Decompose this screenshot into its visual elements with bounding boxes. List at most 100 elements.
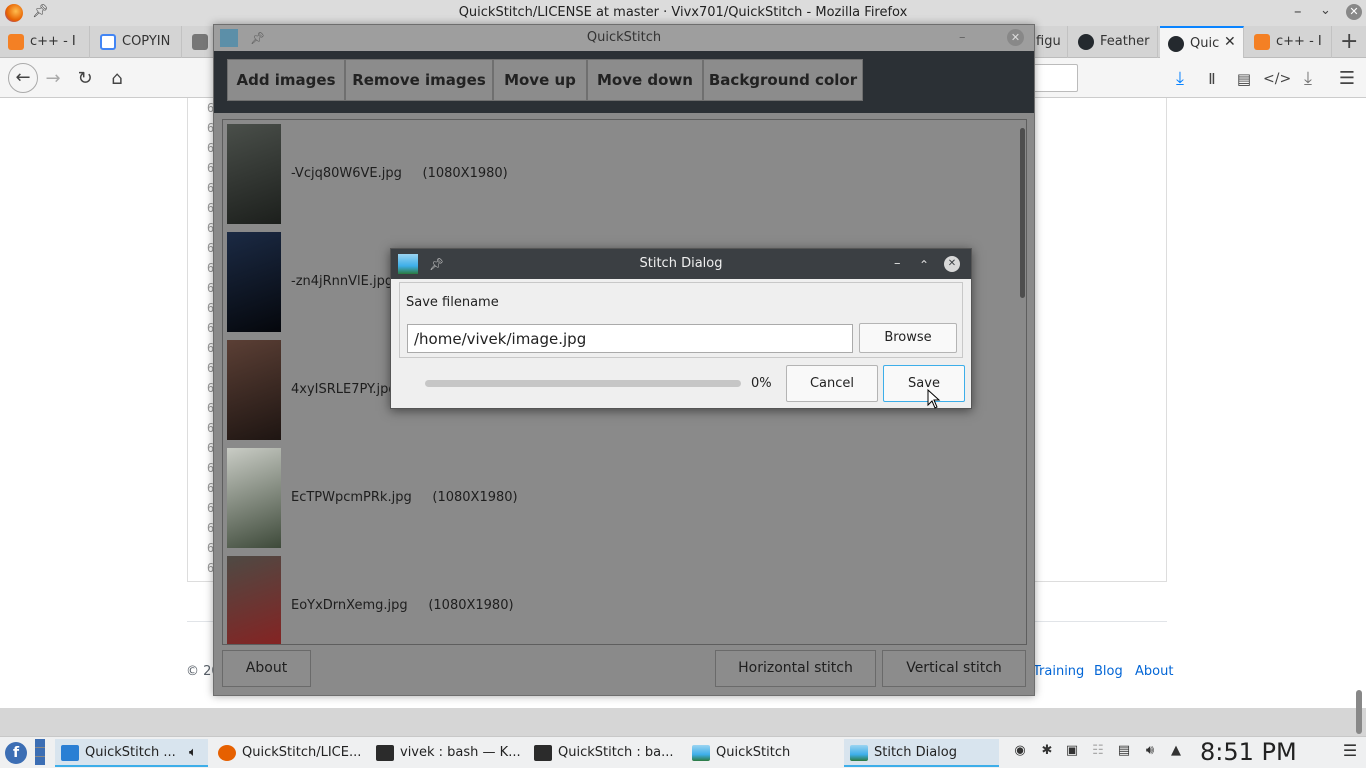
library-icon[interactable]: Ⅱ [1199,66,1225,92]
task-firefox[interactable]: QuickStitch/LICE... [212,739,367,767]
quickstitch-title: QuickStitch [586,30,662,45]
tray-expand-icon[interactable]: ▲ [1168,743,1184,759]
stitch-dialog: 📌︎ Stitch Dialog – ⌃ ✕ Save filename /ho… [390,248,972,409]
google-icon [100,34,116,50]
devtools-icon[interactable]: </> [1263,66,1291,92]
quickstitch-titlebar: 📌︎ QuickStitch – ✕ [214,25,1034,51]
tab-quickstitch-github[interactable]: Quic ✕ [1160,26,1244,58]
image-filename: EoYxDrnXemg.jpg (1080X1980) [291,598,514,613]
pin-icon[interactable]: 📌︎ [429,249,444,279]
stackoverflow-icon [1254,34,1270,50]
maximize-icon[interactable]: ⌄ [1320,3,1331,18]
move-down-button[interactable]: Move down [587,59,703,101]
downloads-arrow-icon[interactable]: ⤓ [1295,66,1321,92]
firefox-titlebar: 📌︎ QuickStitch/LICENSE at master · Vivx7… [0,0,1366,26]
new-tab-icon[interactable]: + [1340,29,1358,54]
panel-menu-icon[interactable]: ☰ [1342,743,1358,759]
updates-tray-icon[interactable]: ◉ [1012,743,1028,759]
task-label: QuickStitch ... [85,745,176,760]
horizontal-stitch-button[interactable]: Horizontal stitch [715,650,876,687]
image-app-icon [692,745,710,761]
pager-icon[interactable] [35,739,45,765]
cancel-button[interactable]: Cancel [786,365,878,402]
network-tray-icon[interactable]: ☷ [1090,743,1106,759]
filename-input[interactable]: /home/vivek/image.jpg [407,324,853,353]
minimize-icon[interactable]: – [894,249,901,279]
tab-stackoverflow-1[interactable]: c++ - I [0,26,90,58]
image-thumbnail [227,448,281,548]
about-button[interactable]: About [222,650,311,687]
footer-link-training[interactable]: Training [1033,664,1084,679]
terminal-icon [534,745,552,761]
browse-button[interactable]: Browse [859,323,957,353]
footer-link-blog[interactable]: Blog [1094,664,1123,679]
task-stitch-dialog[interactable]: Stitch Dialog [844,739,999,767]
move-up-button[interactable]: Move up [493,59,587,101]
image-app-icon [850,745,868,761]
task-konsole-vivek[interactable]: vivek : bash — K... [370,739,525,767]
sidebar-icon[interactable]: ▤ [1231,66,1257,92]
volume-tray-icon[interactable]: 🔊︎ [1142,743,1158,759]
tab-close-icon[interactable]: ✕ [1224,34,1236,50]
tab-label: c++ - I [30,34,76,49]
url-bar[interactable] [1030,64,1078,92]
home-icon[interactable]: ⌂ [104,66,130,92]
tab-feather-github[interactable]: Feather [1070,26,1158,58]
gnu-icon [192,34,208,50]
mouse-cursor-icon [927,389,941,409]
add-images-button[interactable]: Add images [227,59,345,101]
tab-label: Quic [1190,36,1220,51]
image-list-scrollbar[interactable] [1020,128,1025,298]
image-list-item[interactable]: EcTPWpcmPRk.jpg (1080X1980) [227,448,1007,548]
taskbar-clock[interactable]: 8:51 PM [1200,738,1297,766]
background-color-button[interactable]: Background color [703,59,863,101]
kde-connect-tray-icon[interactable]: ▣ [1064,743,1080,759]
task-label: Stitch Dialog [874,745,957,760]
task-label: vivek : bash — K... [400,745,521,760]
vertical-stitch-button[interactable]: Vertical stitch [882,650,1026,687]
image-list-item[interactable]: EoYxDrnXemg.jpg (1080X1980) [227,556,1007,644]
save-button[interactable]: Save [883,365,965,402]
github-icon [1168,36,1184,52]
tab-stackoverflow-2[interactable]: c++ - I [1246,26,1332,58]
task-label: QuickStitch [716,745,791,760]
app-icon [220,29,238,47]
progress-percent: 0% [751,376,772,391]
image-filename: -zn4jRnnVlE.jpg [291,274,394,289]
minimize-icon[interactable]: – [1294,2,1302,20]
window-title: QuickStitch/LICENSE at master · Vivx701/… [458,5,908,20]
close-icon[interactable]: ✕ [1346,4,1362,20]
tab-google[interactable]: COPYIN [92,26,182,58]
task-quickstitch[interactable]: QuickStitch [686,739,841,767]
tab-label: COPYIN [122,34,171,49]
maximize-icon[interactable]: ⌃ [919,250,929,280]
bluetooth-tray-icon[interactable]: ✱ [1039,743,1055,759]
menu-icon[interactable]: ☰ [1334,66,1360,92]
image-filename: 4xyISRLE7PY.jpg [291,382,397,397]
pin-icon[interactable]: 📌︎ [250,25,265,51]
close-icon[interactable]: ✕ [1007,29,1024,46]
minimize-icon[interactable]: – [959,25,966,51]
clipboard-tray-icon[interactable]: ▤ [1116,743,1132,759]
page-scrollbar[interactable] [1356,690,1362,734]
task-konsole-quickstitch[interactable]: QuickStitch : ba... [528,739,683,767]
save-filename-label: Save filename [406,295,499,310]
tab-gnu[interactable]: H [184,26,216,58]
reload-icon[interactable]: ↻ [72,66,98,92]
task-label: QuickStitch : ba... [558,745,674,760]
taskbar: f QuickStitch ... 🔈︎ QuickStitch/LICE...… [0,736,1366,768]
back-icon[interactable]: ← [8,63,38,93]
remove-images-button[interactable]: Remove images [345,59,493,101]
quickstitch-toolbar: Add images Remove images Move up Move do… [214,51,1034,113]
task-quickstitch-folder[interactable]: QuickStitch ... 🔈︎ [55,739,208,767]
tab-label: c++ - I [1276,34,1322,49]
tab-figure[interactable]: figu [1036,26,1068,58]
image-thumbnail [227,556,281,644]
forward-icon[interactable]: → [40,66,66,92]
download-icon[interactable]: ⤓ [1167,66,1193,92]
fedora-launcher-icon[interactable]: f [5,742,27,764]
image-list-item[interactable]: -Vcjq80W6VE.jpg (1080X1980) [227,124,1007,224]
tab-label: Feather [1100,34,1150,49]
close-icon[interactable]: ✕ [944,256,960,272]
footer-link-about[interactable]: About [1135,664,1173,679]
